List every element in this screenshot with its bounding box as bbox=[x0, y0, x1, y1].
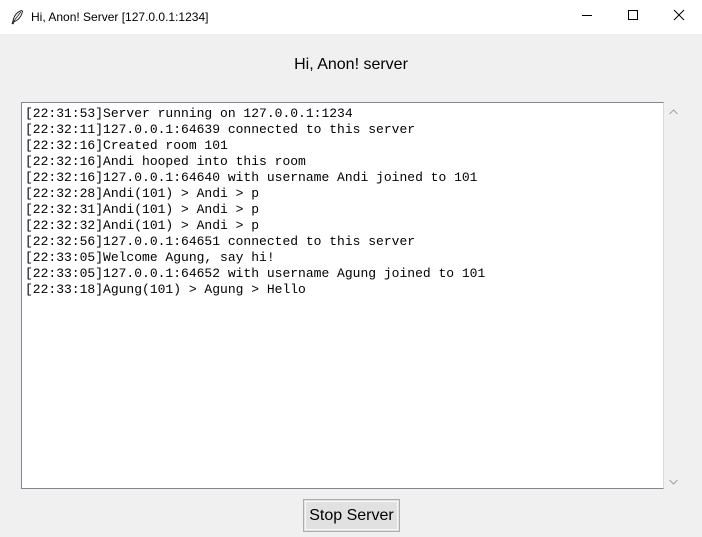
log-line: [22:32:16]Andi hooped into this room bbox=[25, 154, 306, 169]
log-line: [22:33:18]Agung(101) > Agung > Hello bbox=[25, 282, 306, 297]
stop-server-button[interactable]: Stop Server bbox=[303, 499, 400, 532]
maximize-icon bbox=[627, 8, 639, 26]
scroll-up-button[interactable] bbox=[664, 102, 683, 119]
window-title: Hi, Anon! Server [127.0.0.1:1234] bbox=[31, 10, 209, 24]
log-line: [22:32:32]Andi(101) > Andi > p bbox=[25, 218, 260, 233]
minimize-icon bbox=[581, 8, 593, 26]
title-bar[interactable]: Hi, Anon! Server [127.0.0.1:1234] bbox=[0, 0, 702, 34]
log-line: [22:31:53]Server running on 127.0.0.1:12… bbox=[25, 106, 353, 121]
chevron-up-icon bbox=[669, 102, 678, 120]
minimize-button[interactable] bbox=[564, 0, 610, 34]
log-line: [22:33:05]127.0.0.1:64652 with username … bbox=[25, 266, 486, 281]
log-scrollbar[interactable] bbox=[664, 102, 683, 489]
log-line: [22:32:16]Created room 101 bbox=[25, 138, 228, 153]
chevron-down-icon bbox=[669, 472, 678, 490]
log-line: [22:32:16]127.0.0.1:64640 with username … bbox=[25, 170, 478, 185]
log-line: [22:33:05]Welcome Agung, say hi! bbox=[25, 250, 275, 265]
log-line: [22:32:31]Andi(101) > Andi > p bbox=[25, 202, 260, 217]
log-line: [22:32:56]127.0.0.1:64651 connected to t… bbox=[25, 234, 416, 249]
server-heading: Hi, Anon! server bbox=[294, 56, 408, 73]
server-log-textarea[interactable]: [22:31:53]Server running on 127.0.0.1:12… bbox=[21, 102, 664, 489]
log-line: [22:32:11]127.0.0.1:64639 connected to t… bbox=[25, 122, 416, 137]
scroll-down-button[interactable] bbox=[664, 472, 683, 489]
log-line: [22:32:28]Andi(101) > Andi > p bbox=[25, 186, 260, 201]
close-icon bbox=[673, 8, 685, 26]
log-lines: [22:31:53]Server running on 127.0.0.1:12… bbox=[25, 106, 485, 298]
feather-icon bbox=[9, 9, 25, 25]
maximize-button[interactable] bbox=[610, 0, 656, 34]
app-window: Hi, Anon! Server [127.0.0.1:1234] Hi, An… bbox=[0, 0, 702, 537]
close-button[interactable] bbox=[656, 0, 702, 34]
stop-server-label: Stop Server bbox=[309, 506, 394, 524]
